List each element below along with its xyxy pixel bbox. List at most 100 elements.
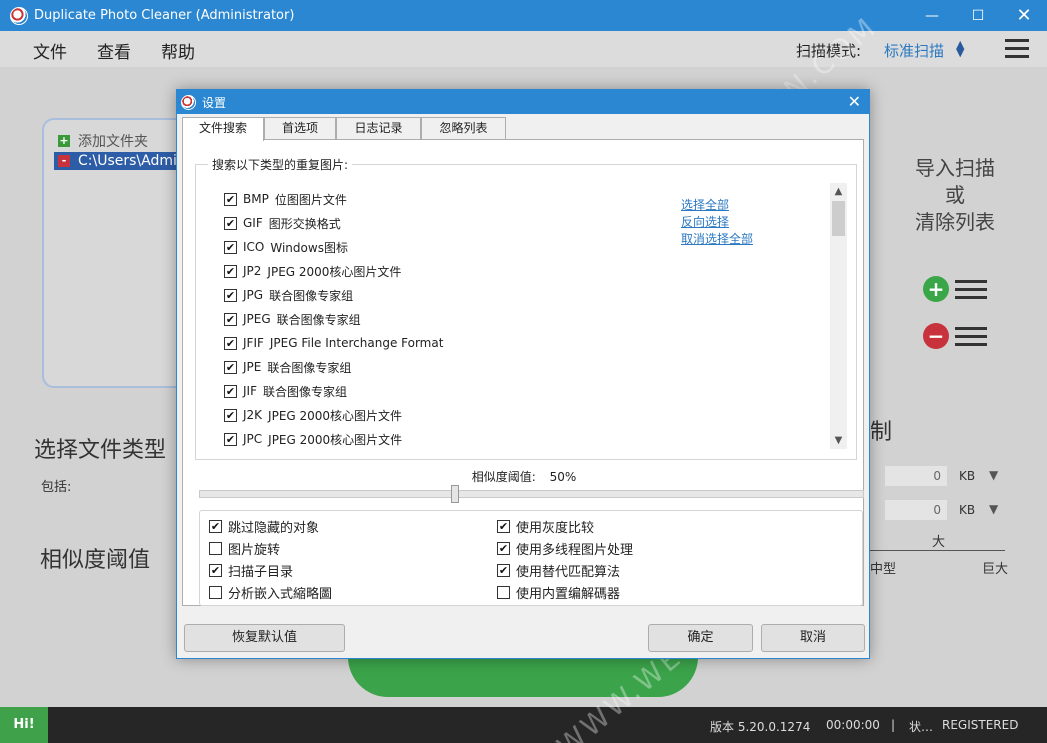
file-type-desc: 联合图像专家组	[276, 312, 361, 327]
minus-icon: -	[58, 155, 70, 167]
file-type-ext: J2K	[243, 408, 263, 422]
file-type-item[interactable]: ✔ JPEG 联合图像专家组	[224, 307, 654, 331]
scrollbar-thumb[interactable]	[832, 201, 845, 236]
option-item[interactable]: ✔ 使用替代匹配算法	[497, 561, 620, 580]
option-checkbox[interactable]	[209, 541, 222, 555]
file-type-checkbox[interactable]: ✔	[224, 264, 237, 278]
option-item[interactable]: 分析嵌入式縮略圖	[209, 583, 332, 602]
option-label: 使用内置编解碼器	[516, 586, 621, 602]
option-item[interactable]: ✔ 使用灰度比较	[497, 517, 595, 536]
tab-logging[interactable]: 日志记录	[336, 117, 421, 140]
select-all-link[interactable]: 选择全部	[681, 197, 753, 214]
menu-file[interactable]: 文件	[33, 38, 67, 63]
file-type-checkbox[interactable]: ✔	[224, 216, 237, 230]
add-folder-item[interactable]: + 添加文件夹	[58, 132, 148, 150]
close-button[interactable]: ✕	[1001, 0, 1047, 31]
import-line: 清除列表	[915, 210, 995, 234]
file-type-desc: 联合图像专家组	[267, 360, 352, 375]
file-search-panel: 搜索以下类型的重复图片: ✔ BMP 位图图片文件 ✔ GIF 图形交换格式 ✔ ICO Win…	[182, 139, 864, 606]
plus-icon: +	[58, 134, 70, 147]
option-checkbox[interactable]: ✔	[209, 519, 222, 533]
file-type-checkbox[interactable]: ✔	[224, 240, 237, 254]
chevron-up-icon[interactable]: ▲	[830, 183, 847, 200]
option-checkbox[interactable]: ✔	[497, 563, 510, 577]
option-item[interactable]: ✔ 跳过隐藏的对象	[209, 517, 319, 536]
option-label: 图片旋转	[228, 542, 281, 558]
scan-mode-select[interactable]: 标准扫描	[884, 40, 944, 61]
updown-arrow-icon[interactable]: ▲ ▼	[956, 39, 964, 58]
maximize-button[interactable]: ☐	[955, 0, 1001, 31]
option-label: 扫描子目录	[228, 564, 294, 580]
include-label: 包括:	[41, 480, 72, 495]
option-item[interactable]: ✔ 扫描子目录	[209, 561, 294, 580]
min-size-input[interactable]: 0	[885, 466, 947, 486]
option-checkbox[interactable]	[497, 585, 510, 599]
tab-file-search[interactable]: 文件搜索	[182, 117, 264, 141]
file-type-item[interactable]: ✔ BMP 位图图片文件	[224, 187, 654, 211]
option-item[interactable]: ✔ 使用多线程图片处理	[497, 539, 633, 558]
file-type-list: ✔ BMP 位图图片文件 ✔ GIF 图形交换格式 ✔ ICO Windows图标 ✔ JP2 JPE…	[224, 187, 654, 451]
similarity-caption: 相似度阈值:	[471, 470, 536, 484]
deselect-all-link[interactable]: 取消选择全部	[681, 231, 753, 248]
file-types-group: 搜索以下类型的重复图片: ✔ BMP 位图图片文件 ✔ GIF 图形交换格式 ✔ ICO Win…	[195, 156, 857, 460]
similarity-value: 50%	[549, 470, 577, 484]
tab-preferences[interactable]: 首选项	[264, 117, 336, 140]
dropdown-arrow-icon[interactable]: ▼	[989, 468, 998, 482]
chevron-down-icon[interactable]: ▼	[830, 432, 847, 449]
option-checkbox[interactable]: ✔	[497, 519, 510, 533]
file-type-checkbox[interactable]: ✔	[224, 312, 237, 326]
import-text: 导入扫描 或 清除列表	[900, 155, 1010, 236]
add-list-button[interactable]: +	[923, 276, 949, 302]
file-type-item[interactable]: ✔ JIF 联合图像专家组	[224, 379, 654, 403]
file-list-scrollbar[interactable]: ▲ ▼	[830, 183, 847, 449]
max-size-input[interactable]: 0	[885, 500, 947, 520]
menu-view[interactable]: 查看	[97, 38, 131, 63]
hi-badge: Hi!	[0, 707, 48, 743]
restore-defaults-button[interactable]: 恢复默认值	[184, 624, 345, 652]
file-type-checkbox[interactable]: ✔	[224, 336, 237, 350]
file-type-ext: JFIF	[243, 336, 264, 350]
cancel-button[interactable]: 取消	[761, 624, 865, 652]
dropdown-arrow-icon[interactable]: ▼	[989, 502, 998, 516]
invert-selection-link[interactable]: 反向选择	[681, 214, 753, 231]
file-type-item[interactable]: ✔ J2K JPEG 2000核心图片文件	[224, 403, 654, 427]
file-type-item[interactable]: ✔ JPG 联合图像专家组	[224, 283, 654, 307]
file-type-checkbox[interactable]: ✔	[224, 432, 237, 446]
file-type-checkbox[interactable]: ✔	[224, 192, 237, 206]
file-type-item[interactable]: ✔ JP2 JPEG 2000核心图片文件	[224, 259, 654, 283]
file-type-item[interactable]: ✔ GIF 图形交换格式	[224, 211, 654, 235]
tab-ignore-list[interactable]: 忽略列表	[421, 117, 506, 140]
file-type-item[interactable]: ✔ JPE 联合图像专家组	[224, 355, 654, 379]
menu-help[interactable]: 帮助	[161, 38, 195, 63]
import-line: 导入扫描	[915, 156, 995, 180]
menu-bar: 文件 查看 帮助 扫描模式: 标准扫描 ▲ ▼	[0, 31, 1047, 67]
start-scan-button[interactable]	[348, 657, 698, 697]
status-text: 状…	[909, 720, 934, 734]
option-checkbox[interactable]: ✔	[497, 541, 510, 555]
file-type-item[interactable]: ✔ ICO Windows图标	[224, 235, 654, 259]
similarity-slider[interactable]	[199, 490, 864, 498]
add-folder-label: 添加文件夹	[78, 134, 148, 150]
file-type-item[interactable]: ✔ JPC JPEG 2000核心图片文件	[224, 427, 654, 451]
file-type-checkbox[interactable]: ✔	[224, 408, 237, 422]
status-separator: |	[891, 718, 896, 732]
file-type-checkbox[interactable]: ✔	[224, 384, 237, 398]
size-huge-label: 巨大	[982, 562, 1009, 577]
option-label: 使用灰度比较	[516, 520, 595, 536]
option-checkbox[interactable]	[209, 585, 222, 599]
option-item[interactable]: 图片旋转	[209, 539, 281, 558]
file-type-checkbox[interactable]: ✔	[224, 288, 237, 302]
selection-links: 选择全部 反向选择 取消选择全部	[681, 197, 753, 248]
hamburger-menu-icon[interactable]	[1005, 39, 1029, 59]
option-checkbox[interactable]: ✔	[209, 563, 222, 577]
minimize-button[interactable]: —	[909, 0, 955, 31]
similarity-slider-thumb[interactable]	[451, 485, 459, 503]
clear-list-button[interactable]: −	[923, 323, 949, 349]
file-type-item[interactable]: ✔ JFIF JPEG File Interchange Format	[224, 331, 654, 355]
file-types-heading: 选择文件类型	[34, 438, 167, 463]
close-icon[interactable]: ✕	[848, 92, 861, 111]
file-type-desc: 位图图片文件	[274, 192, 347, 207]
file-type-checkbox[interactable]: ✔	[224, 360, 237, 374]
option-item[interactable]: 使用内置编解碼器	[497, 583, 621, 602]
ok-button[interactable]: 确定	[648, 624, 753, 652]
